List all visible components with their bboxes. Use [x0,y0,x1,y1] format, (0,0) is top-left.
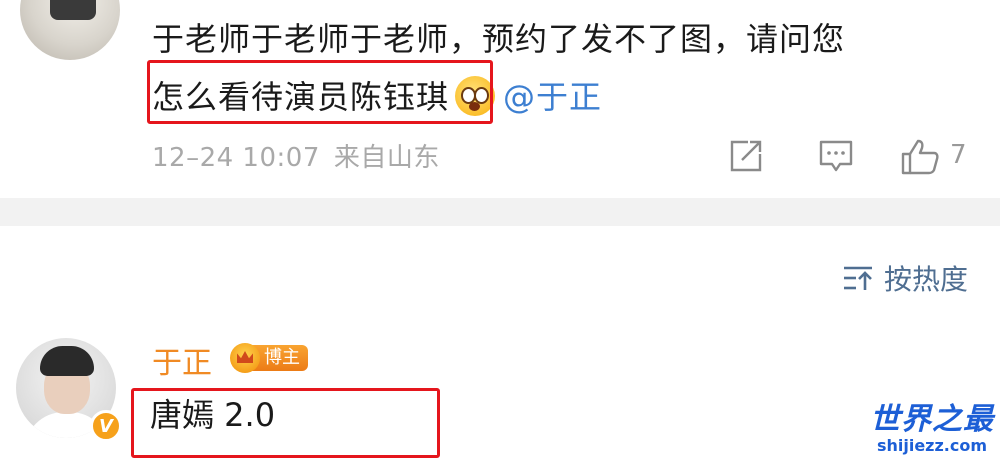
avatar-body [50,0,96,20]
verified-badge-icon: V [90,410,122,442]
share-icon[interactable] [728,138,764,174]
section-divider [0,198,1000,226]
avatar-hair [40,346,94,376]
like-count: 7 [950,140,967,170]
watermark-title: 世界之最 [870,402,994,437]
highlight-box-question [147,60,493,124]
host-badge-label: 博主 [252,345,308,371]
comment-icon[interactable] [818,138,854,174]
watermark-url: shijiezz.com [876,436,988,455]
highlight-box-reply [131,388,440,458]
watermark: 世界之最 shijiezz.com [870,403,994,455]
comment-meta: 12–24 10:07 来自山东 [152,137,440,174]
commenter-avatar[interactable] [20,0,120,60]
thumbs-up-icon[interactable] [900,138,940,176]
crown-icon [230,343,260,373]
sort-label: 按热度 [883,263,968,296]
sort-icon [843,266,872,290]
sort-toggle[interactable]: 按热度 [842,258,968,298]
author-name[interactable]: 于正 [152,338,212,382]
verified-mark: V [99,415,113,437]
comment-actions: 7 [728,138,988,178]
host-badge: 博主 [230,342,308,374]
mention-link[interactable]: @于正 [503,78,602,116]
comment-time: 12–24 10:07 [152,143,320,173]
comment-location: 来自山东 [333,143,440,173]
